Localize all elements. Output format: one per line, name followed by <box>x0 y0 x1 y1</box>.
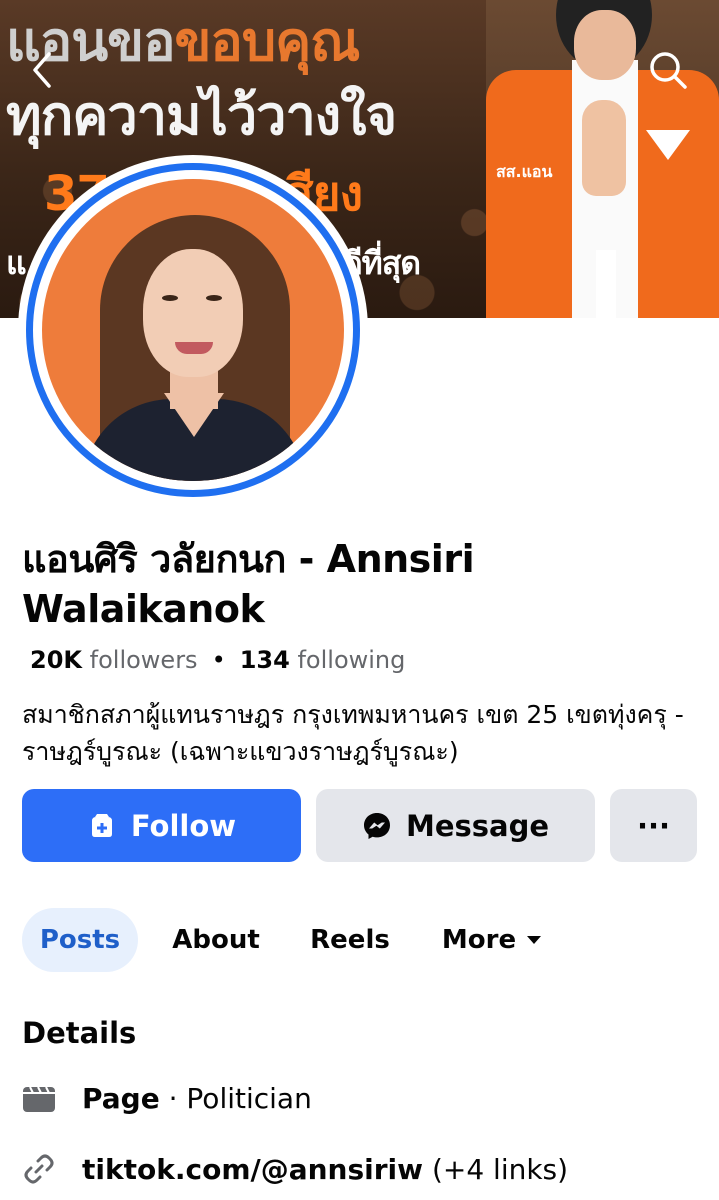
following-link[interactable]: 134 following <box>240 646 406 674</box>
link-icon <box>24 1154 54 1184</box>
avatar <box>42 179 344 481</box>
tab-more[interactable]: More <box>430 908 554 972</box>
page-flag-icon <box>23 1086 55 1112</box>
more-options-button[interactable]: ··· <box>610 789 697 862</box>
website-link-row[interactable]: tiktok.com/@annsiriw (+4 links) <box>22 1152 568 1186</box>
tab-about[interactable]: About <box>162 908 270 972</box>
chevron-left-icon <box>33 52 51 88</box>
profile-name: แอนศิริ วลัยกนก - Annsiri Walaikanok <box>22 537 475 631</box>
follow-page-icon <box>91 813 112 837</box>
messenger-icon <box>363 812 390 839</box>
tab-posts[interactable]: Posts <box>22 908 138 972</box>
follow-label: Follow <box>130 808 237 843</box>
cover-headline-2: ทุกความไว้วางใจ <box>6 84 397 147</box>
followers-link[interactable]: 20K followers <box>30 646 198 674</box>
caret-down-icon <box>527 936 542 944</box>
link-url[interactable]: tiktok.com/@annsiriw <box>82 1153 423 1186</box>
tab-reels[interactable]: Reels <box>300 908 400 972</box>
follow-button[interactable]: Follow <box>22 789 301 862</box>
search-button[interactable] <box>646 48 690 92</box>
search-icon <box>650 52 687 89</box>
story-ring <box>26 163 360 497</box>
more-links[interactable]: (+4 links) <box>432 1153 568 1186</box>
vest-text: สส.แอน <box>496 162 553 181</box>
message-label: Message <box>405 808 550 843</box>
follow-stats: 20K followers • 134 following <box>30 646 406 674</box>
details-heading: Details <box>22 1016 137 1050</box>
profile-picture[interactable] <box>18 155 368 505</box>
back-button[interactable] <box>20 48 64 92</box>
party-logo <box>646 130 690 160</box>
profile-bio: สมาชิกสภาผู้แทนราษฎร กรุงเทพมหานคร เขต 2… <box>22 700 684 766</box>
more-dots-icon: ··· <box>636 808 671 843</box>
page-category-row: Page · Politician <box>22 1082 312 1115</box>
message-button[interactable]: Message <box>316 789 595 862</box>
